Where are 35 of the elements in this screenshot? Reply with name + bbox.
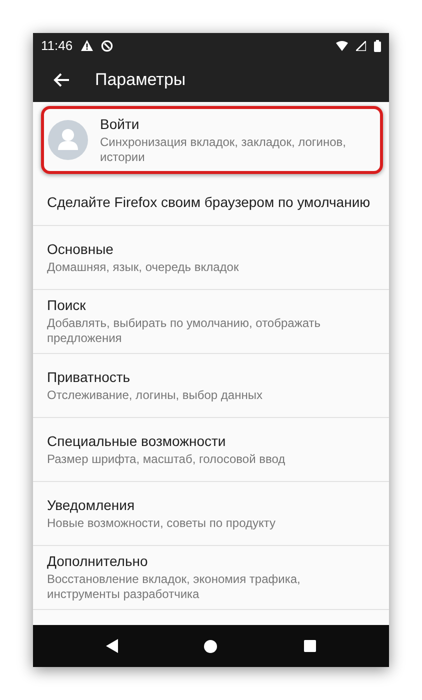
item-title: Основные (47, 240, 114, 256)
item-title: Войти (100, 116, 140, 132)
settings-item[interactable]: Уведомления Новые возможности, советы по продукту (33, 482, 389, 546)
item-subtitle: Новые возможности, советы по продукту (47, 516, 276, 530)
wifi-icon (336, 40, 348, 50)
status-time: 11:46 (41, 38, 73, 53)
signal-icon (356, 40, 366, 50)
settings-item[interactable]: Основные Домашняя, язык, очередь вкладок (33, 226, 389, 290)
settings-item[interactable]: Сделайте Firefox своим браузером по умолчанию (33, 178, 389, 226)
data-saver-icon (100, 40, 113, 52)
item-subtitle: Восстановление вкладок, экономия трафика, инструменты разработчика (47, 572, 302, 602)
warning-icon (80, 40, 93, 51)
settings-item[interactable]: Дополнительно Восстановление вкладок, экономия трафика, инструменты разработчика (33, 546, 389, 610)
item-title: Дополнительно (47, 553, 149, 569)
item-title: Сделайте Firefox своим браузером по умолчанию (47, 194, 372, 210)
settings-item[interactable]: Специальные возможности Размер шрифта, масштаб, голосовой ввод (33, 418, 389, 482)
triangle-icon (106, 639, 118, 653)
square-icon (304, 640, 316, 652)
item-title: Поиск (47, 297, 87, 313)
item-title: Приватность (47, 368, 132, 384)
item-title: Специальные возможности (47, 432, 227, 448)
item-title: Уведомления (47, 496, 136, 512)
item-subtitle: Размер шрифта, масштаб, голосовой ввод (47, 452, 286, 466)
back-arrow-icon (53, 73, 69, 87)
item-subtitle: Синхронизация вкладок, закладок, логинов, истории (100, 134, 348, 164)
item-subtitle: Отслеживание, логины, выбор данных (47, 388, 264, 402)
screen-title: Параметры (95, 70, 186, 90)
settings-item[interactable]: Поиск Добавлять, выбирать по умолчанию, отображать предложения (33, 290, 389, 354)
item-subtitle: Домашняя, язык, очередь вкладок (47, 260, 240, 274)
battery-icon (374, 40, 381, 52)
settings-item[interactable]: Войти Синхронизация вкладок, закладок, логинов, истории (41, 106, 383, 174)
avatar-icon (48, 120, 88, 160)
settings-item[interactable]: Приватность Отслеживание, логины, выбор данных (33, 354, 389, 418)
item-subtitle: Добавлять, выбирать по умолчанию, отображать предложения (47, 316, 322, 346)
circle-icon (204, 640, 218, 652)
